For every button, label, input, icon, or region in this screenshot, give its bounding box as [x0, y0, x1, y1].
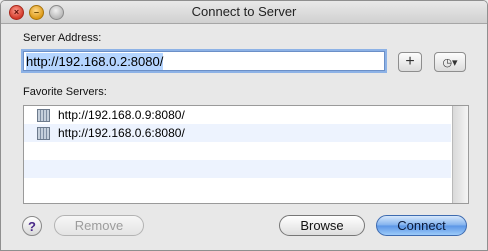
server-icon: [37, 126, 50, 140]
clock-dropdown-icon: ◷▾: [442, 56, 458, 69]
window-title: Connect to Server: [191, 4, 297, 19]
recent-servers-button[interactable]: ◷▾: [434, 52, 466, 72]
server-address-label: Server Address:: [23, 32, 102, 44]
favorite-servers-label: Favorite Servers:: [23, 86, 107, 98]
connect-to-server-window: × – Connect to Server Server Address: ht…: [0, 0, 488, 251]
list-item[interactable]: http://192.168.0.6:8080/: [24, 124, 451, 142]
connect-button[interactable]: Connect: [376, 215, 467, 236]
favorite-server-url: http://192.168.0.6:8080/: [58, 126, 185, 140]
empty-row: [24, 178, 451, 196]
favorite-server-url: http://192.168.0.9:8080/: [58, 108, 185, 122]
browse-button[interactable]: Browse: [279, 215, 365, 236]
vertical-scrollbar[interactable]: [452, 106, 468, 203]
server-icon: [37, 108, 50, 122]
empty-row: [24, 142, 451, 160]
help-button[interactable]: ?: [22, 216, 42, 236]
favorite-servers-list[interactable]: http://192.168.0.9:8080/ http://192.168.…: [23, 105, 469, 204]
plus-icon: +: [405, 53, 415, 70]
server-address-value: http://192.168.0.2:8080/: [26, 52, 164, 70]
empty-row: [24, 160, 451, 178]
remove-button[interactable]: Remove: [54, 215, 144, 236]
server-address-field[interactable]: http://192.168.0.2:8080/: [23, 51, 385, 71]
add-to-favorites-button[interactable]: +: [398, 52, 422, 72]
title-bar[interactable]: × – Connect to Server: [1, 1, 487, 24]
list-item[interactable]: http://192.168.0.9:8080/: [24, 106, 451, 124]
question-mark-icon: ?: [28, 218, 36, 234]
